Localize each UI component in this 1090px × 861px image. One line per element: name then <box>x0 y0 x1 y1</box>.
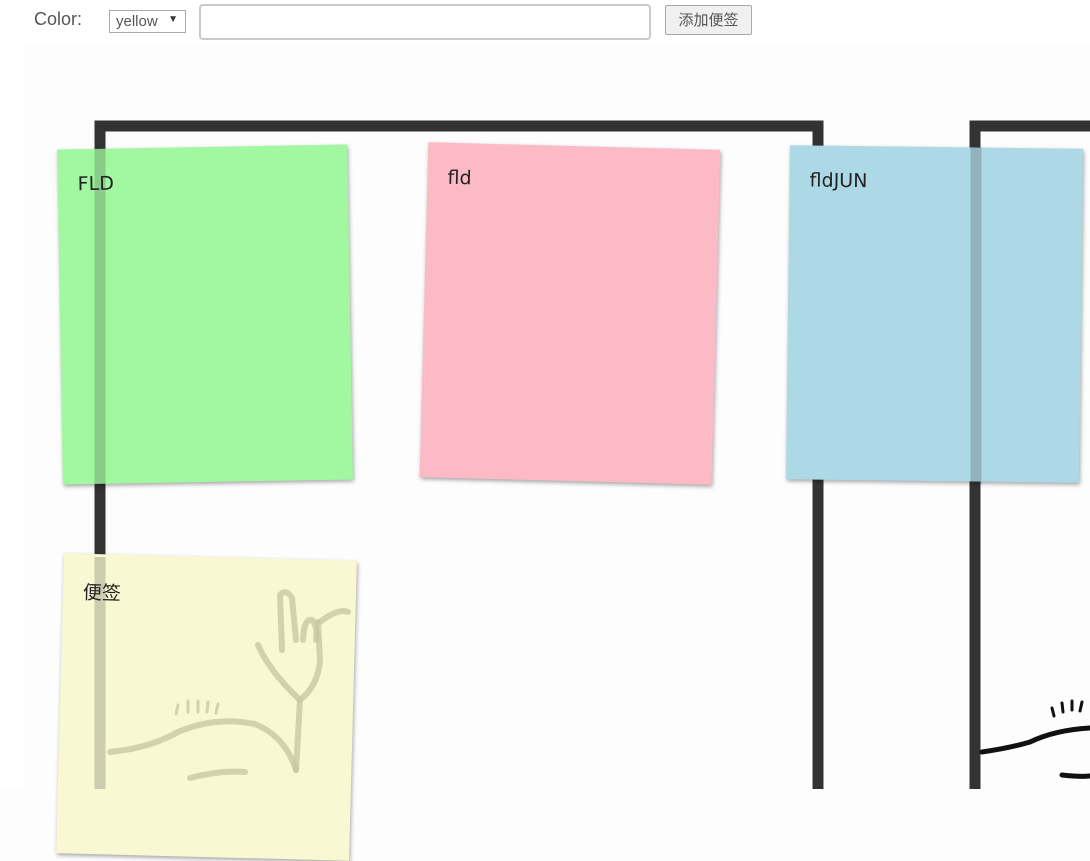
add-note-button[interactable]: 添加便签 <box>665 5 752 35</box>
color-select-value: yellow <box>116 13 158 30</box>
sticky-note[interactable]: FLD <box>57 144 353 485</box>
triangle-down-icon: ▼ <box>168 14 178 25</box>
sticky-note-text: FLD <box>77 172 115 196</box>
sticky-note-text: fldJUN <box>809 169 868 193</box>
color-label: Color: <box>34 9 83 29</box>
sticky-note[interactable]: fld <box>419 142 721 485</box>
note-text-input[interactable] <box>199 4 651 40</box>
sticky-note-text: fld <box>447 166 472 190</box>
color-select[interactable]: yellow ▼ <box>109 10 186 33</box>
sticky-note[interactable]: 便签 <box>56 553 357 861</box>
doodle-figure-right <box>979 699 1090 779</box>
sticky-note[interactable]: fldJUN <box>785 145 1084 483</box>
toolbar: Color: yellow ▼ 添加便签 <box>0 0 1090 44</box>
sticky-note-text: 便签 <box>82 581 122 605</box>
